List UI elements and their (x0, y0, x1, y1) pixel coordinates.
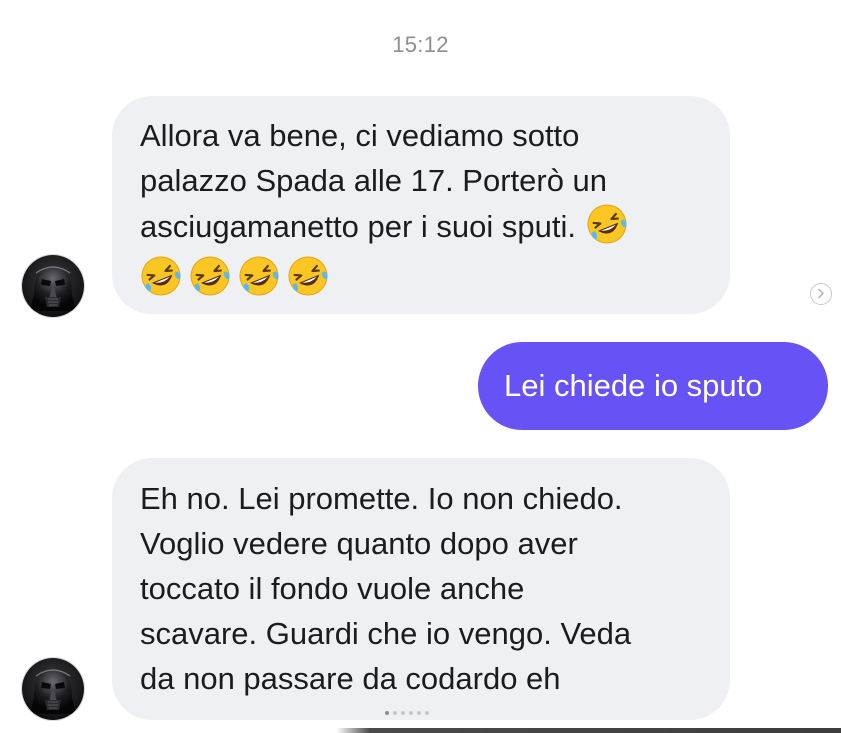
rolling-on-floor-laughing-emoji-icon (586, 203, 628, 245)
page-indicator-dot (401, 711, 405, 715)
darth-vader-avatar-icon[interactable] (22, 658, 84, 720)
bottom-edge (0, 728, 841, 733)
message-text: Eh no. Lei promette. Io non chiedo. Vogl… (140, 481, 632, 696)
message-text: Lei chiede io sputo (504, 368, 763, 403)
incoming-message-bubble[interactable]: Eh no. Lei promette. Io non chiedo. Vogl… (112, 458, 730, 720)
darth-vader-avatar-icon[interactable] (22, 255, 84, 317)
page-indicator-dot (409, 711, 413, 715)
message-timestamp: 15:12 (392, 32, 449, 57)
incoming-message-bubble[interactable]: Allora va bene, ci vediamo sotto palazzo… (112, 96, 730, 314)
page-indicator-dot (417, 711, 421, 715)
page-indicator-dot (385, 711, 389, 715)
rolling-on-floor-laughing-emoji-icon (287, 255, 329, 297)
rolling-on-floor-laughing-emoji-icon (238, 255, 280, 297)
page-indicator-dot (425, 711, 429, 715)
emoji-row (140, 251, 708, 296)
rolling-on-floor-laughing-emoji-icon (140, 255, 182, 297)
page-indicator (385, 711, 429, 717)
chevron-right-icon[interactable] (810, 283, 832, 305)
page-indicator-dot (393, 711, 397, 715)
chat-thread: 15:12 Allora va bene, ci vediamo sotto p… (0, 0, 841, 733)
outgoing-message-bubble[interactable]: Lei chiede io sputo (478, 342, 828, 430)
message-text: Allora va bene, ci vediamo sotto palazzo… (140, 118, 608, 244)
rolling-on-floor-laughing-emoji-icon (189, 255, 231, 297)
